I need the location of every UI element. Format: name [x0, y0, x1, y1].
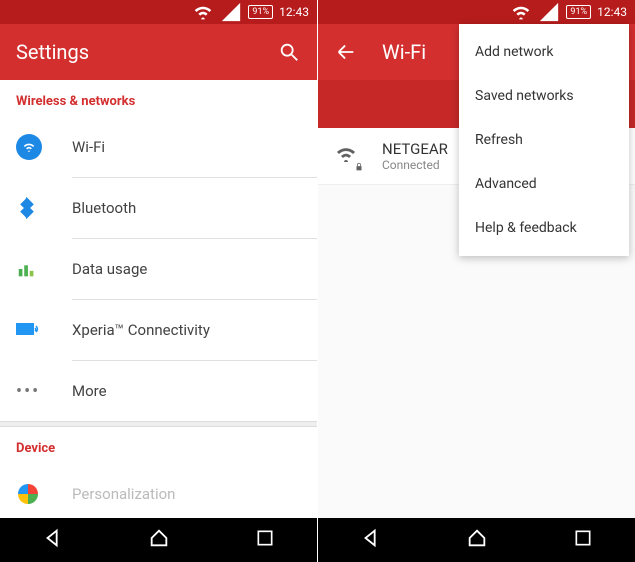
more-icon: •••: [16, 381, 56, 402]
personalization-icon: [16, 482, 56, 506]
item-more[interactable]: ••• More: [0, 361, 317, 421]
search-icon: [278, 41, 300, 63]
status-bar: 91% 12:43: [318, 0, 635, 24]
search-button[interactable]: [277, 40, 301, 64]
section-wireless: Wireless & networks: [0, 80, 317, 117]
item-label: Data usage: [56, 260, 147, 278]
arrow-left-icon: [335, 41, 357, 63]
overflow-menu: Add network Saved networks Refresh Advan…: [459, 24, 629, 256]
item-bluetooth[interactable]: Bluetooth: [0, 178, 317, 238]
nav-back[interactable]: [42, 527, 64, 553]
wifi-icon: [192, 1, 214, 23]
item-label: Personalization: [56, 485, 175, 503]
nav-recent[interactable]: [255, 528, 275, 552]
nav-bar: [318, 518, 635, 562]
connectivity-icon: [16, 321, 56, 339]
menu-help-feedback[interactable]: Help & feedback: [459, 206, 629, 250]
item-label: Bluetooth: [56, 199, 136, 217]
nav-home[interactable]: [148, 527, 170, 553]
network-name: NETGEAR: [382, 140, 448, 158]
signal-icon: [220, 1, 242, 23]
nav-bar: [0, 518, 317, 562]
nav-home[interactable]: [466, 527, 488, 553]
settings-screen: 91% 12:43 Settings Wireless & networks W…: [0, 0, 317, 562]
item-label: More: [56, 382, 107, 400]
wifi-screen: 91% 12:43 Wi-Fi On NETGEAR Connected Add…: [318, 0, 635, 562]
menu-refresh[interactable]: Refresh: [459, 118, 629, 162]
clock: 12:43: [597, 5, 627, 19]
back-button[interactable]: [334, 40, 358, 64]
item-xperia-connectivity[interactable]: Xperia™ Connectivity: [0, 300, 317, 360]
item-label: Xperia™ Connectivity: [56, 321, 210, 339]
wifi-icon: [510, 1, 532, 23]
menu-saved-networks[interactable]: Saved networks: [459, 74, 629, 118]
signal-icon: [538, 1, 560, 23]
page-title: Settings: [16, 40, 277, 64]
section-device: Device: [0, 427, 317, 464]
status-bar: 91% 12:43: [0, 0, 317, 24]
menu-advanced[interactable]: Advanced: [459, 162, 629, 206]
app-bar: Settings: [0, 24, 317, 80]
battery-indicator: 91%: [248, 5, 273, 19]
item-label: Wi-Fi: [56, 138, 105, 156]
data-usage-icon: [16, 258, 56, 280]
item-wifi[interactable]: Wi-Fi: [0, 117, 317, 177]
battery-indicator: 91%: [566, 5, 591, 19]
item-data-usage[interactable]: Data usage: [0, 239, 317, 299]
nav-back[interactable]: [360, 527, 382, 553]
network-status: Connected: [382, 158, 448, 172]
clock: 12:43: [279, 5, 309, 19]
item-personalization[interactable]: Personalization: [0, 464, 317, 518]
bluetooth-icon: [16, 197, 56, 219]
menu-add-network[interactable]: Add network: [459, 30, 629, 74]
wifi-secure-icon: [334, 142, 370, 170]
nav-recent[interactable]: [573, 528, 593, 552]
settings-list: Wireless & networks Wi-Fi Bluetooth Data…: [0, 80, 317, 518]
wifi-icon: [16, 134, 42, 160]
